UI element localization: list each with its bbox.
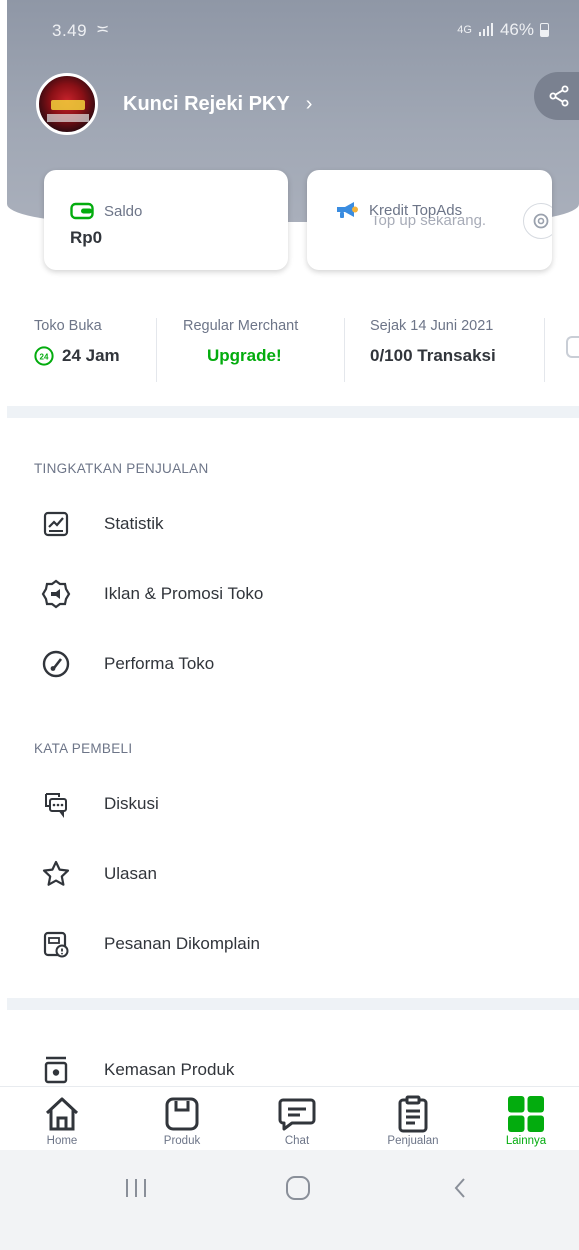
status-time: 3.49 — [52, 21, 88, 40]
shop-header[interactable]: Kunci Rejeki PKY › — [36, 72, 312, 136]
system-navigation-bar — [0, 1150, 579, 1250]
stat-toko-buka[interactable]: Toko Buka 24 24 Jam — [34, 318, 120, 366]
nav-penjualan[interactable]: Penjualan — [373, 1095, 453, 1147]
discussion-icon — [40, 788, 72, 820]
menu-performa-toko[interactable]: Performa Toko — [40, 644, 540, 684]
megaphone-icon — [337, 202, 358, 218]
shop-name: Kunci Rejeki PKY — [123, 92, 290, 115]
upgrade-link[interactable]: Upgrade! — [183, 346, 298, 366]
stat-value: 0/100 Transaksi — [370, 346, 496, 365]
nav-label: Lainnya — [505, 1135, 547, 1147]
stat-label: Regular Merchant — [183, 318, 299, 334]
topads-card[interactable]: Kredit TopAds Top up sekarang. — [307, 170, 552, 270]
menu-label: Diskusi — [104, 794, 159, 813]
stat-divider — [156, 318, 157, 382]
svg-text:24: 24 — [40, 352, 49, 361]
stat-label: Sejak 14 Juni 2021 — [370, 318, 494, 334]
promo-badge-icon — [40, 578, 72, 610]
shop-avatar[interactable] — [36, 73, 98, 135]
home-circle-icon — [286, 1176, 310, 1200]
chat-icon — [257, 1095, 337, 1133]
menu-label: Iklan & Promosi Toko — [104, 584, 264, 603]
stat-divider — [544, 318, 545, 382]
menu-label: Performa Toko — [104, 654, 215, 673]
shop-name-link[interactable]: Kunci Rejeki PKY › — [123, 93, 312, 116]
saldo-label-row: Saldo — [70, 202, 142, 220]
stat-peek-icon — [566, 336, 579, 358]
section-divider — [7, 406, 579, 418]
status-indicators: 4G 46% — [457, 20, 549, 40]
network-type: 4G — [457, 24, 472, 36]
stat-divider — [344, 318, 345, 382]
refresh-icon — [533, 213, 549, 229]
grid-icon — [486, 1095, 566, 1133]
menu-diskusi[interactable]: Diskusi — [40, 784, 540, 824]
menu-label: Ulasan — [104, 864, 157, 883]
nav-label: Home — [46, 1135, 78, 1147]
wallet-icon — [70, 202, 94, 220]
stat-value-text: 24 Jam — [62, 346, 120, 365]
share-icon — [549, 85, 569, 107]
recent-apps-button[interactable] — [96, 1150, 176, 1226]
product-box-icon — [142, 1095, 222, 1133]
status-bar: 3.49 ≍ 4G 46% — [0, 0, 579, 58]
chevron-right-icon: › — [305, 92, 313, 115]
clipboard-icon — [373, 1095, 453, 1133]
menu-iklan-promosi[interactable]: Iklan & Promosi Toko — [40, 574, 540, 614]
star-icon — [40, 858, 72, 890]
notification-icon: ≍ — [96, 21, 110, 38]
battery-icon — [540, 23, 549, 37]
speedometer-icon — [40, 648, 72, 680]
saldo-label: Saldo — [104, 202, 143, 220]
stat-label: Toko Buka — [34, 318, 102, 334]
menu-label: Kemasan Produk — [104, 1060, 235, 1079]
menu-kemasan-produk[interactable]: Kemasan Produk — [40, 1050, 540, 1090]
saldo-value: Rp0 — [70, 228, 103, 247]
nav-label: Produk — [163, 1135, 201, 1147]
nav-home[interactable]: Home — [22, 1095, 102, 1147]
chart-icon — [40, 508, 72, 540]
section-title-tingkatkan: TINGKATKAN PENJUALAN — [34, 461, 209, 476]
home-system-button[interactable] — [258, 1150, 338, 1226]
topads-refresh-button[interactable] — [523, 203, 552, 239]
back-chevron-icon — [454, 1178, 465, 1198]
bottom-navigation: Home Produk Chat Penjualan Lainnya — [0, 1086, 579, 1150]
topads-subtext: Top up sekarang. — [371, 216, 487, 228]
battery-percent: 46% — [499, 20, 534, 39]
menu-statistik[interactable]: Statistik — [40, 504, 540, 544]
section-divider — [7, 998, 579, 1010]
recent-apps-icon — [126, 1179, 146, 1197]
menu-pesanan-dikomplain[interactable]: Pesanan Dikomplain — [40, 924, 540, 964]
menu-label: Statistik — [104, 514, 164, 533]
share-button[interactable] — [534, 72, 579, 120]
nav-label: Penjualan — [387, 1135, 439, 1147]
menu-label: Pesanan Dikomplain — [104, 934, 260, 953]
stat-transaksi[interactable]: Sejak 14 Juni 2021 0/100 Transaksi — [370, 318, 496, 366]
package-icon — [40, 1054, 72, 1086]
complaint-order-icon — [40, 928, 72, 960]
section-title-kata-pembeli: KATA PEMBELI — [34, 741, 133, 756]
nav-chat[interactable]: Chat — [257, 1095, 337, 1147]
back-system-button[interactable] — [420, 1150, 500, 1226]
menu-ulasan[interactable]: Ulasan — [40, 854, 540, 894]
nav-lainnya[interactable]: Lainnya — [486, 1095, 566, 1147]
nav-produk[interactable]: Produk — [142, 1095, 222, 1147]
shop-stats-row: Toko Buka 24 24 Jam Regular Merchant Upg… — [0, 318, 579, 388]
signal-icon — [478, 23, 493, 36]
home-icon — [22, 1095, 102, 1133]
clock-24h-icon: 24 — [34, 346, 54, 366]
stat-value: 24 24 Jam — [34, 346, 120, 366]
nav-label: Chat — [284, 1135, 310, 1147]
stat-merchant[interactable]: Regular Merchant Upgrade! — [183, 318, 298, 366]
saldo-card[interactable]: Saldo Rp0 — [44, 170, 288, 270]
